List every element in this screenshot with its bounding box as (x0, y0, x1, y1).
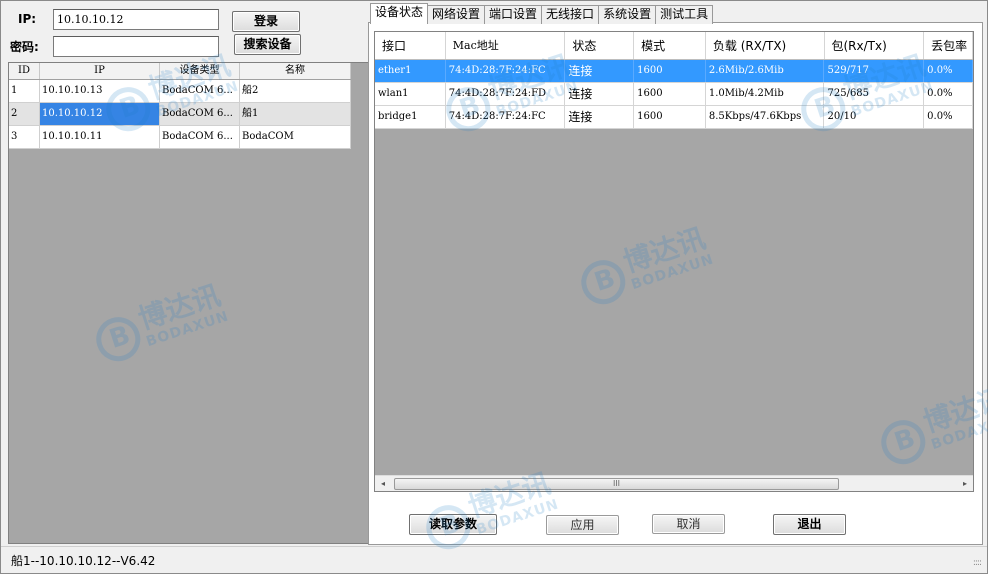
col-interface-header[interactable]: 接口 (375, 32, 446, 59)
iface-loss: 0.0% (924, 106, 973, 128)
login-button[interactable]: 登录 (232, 11, 300, 32)
col-loss-header[interactable]: 丢包率 (924, 32, 973, 59)
iface-mac: 74:4D:28:7F:24:FC (446, 60, 566, 82)
interface-table: 接口 Mac地址 状态 模式 负载 (RX/TX) 包(Rx/Tx) 丢包率 e… (374, 31, 974, 492)
tab-test-tools[interactable]: 测试工具 (655, 5, 714, 24)
device-table-header: ID IP 设备类型 名称 (9, 63, 351, 80)
col-mac-header[interactable]: Mac地址 (446, 32, 566, 59)
interface-row[interactable]: wlan1 74:4D:28:7F:24:FD 连接 1600 1.0Mib/4… (375, 83, 973, 106)
read-params-button[interactable]: 读取参数 (409, 514, 497, 535)
tab-bar: 设备状态 网络设置 端口设置 无线接口 系统设置 测试工具 (370, 3, 714, 24)
device-type: BodaCOM 6... (160, 80, 240, 102)
device-type: BodaCOM 6... (160, 126, 240, 148)
iface-name: bridge1 (375, 106, 446, 128)
tab-wireless-interface[interactable]: 无线接口 (541, 5, 600, 24)
device-id: 2 (9, 103, 40, 125)
interface-row-selected[interactable]: ether1 74:4D:28:7F:24:FC 连接 1600 2.6Mib/… (375, 60, 973, 83)
resize-grip-icon[interactable]: :::: (973, 558, 982, 568)
tab-system-settings[interactable]: 系统设置 (598, 5, 657, 24)
iface-loss: 0.0% (924, 60, 973, 82)
device-row[interactable]: 1 10.10.10.13 BodaCOM 6... 船2 (9, 80, 351, 103)
status-bar: 船1--10.10.10.12--V6.42 :::: (1, 546, 987, 572)
iface-status: 连接 (565, 83, 635, 105)
col-name-header[interactable]: 名称 (240, 63, 351, 79)
interface-row[interactable]: bridge1 74:4D:28:7F:24:FC 连接 1600 8.5Kbp… (375, 106, 973, 129)
ip-input[interactable]: 10.10.10.12 (53, 9, 219, 30)
tab-device-status[interactable]: 设备状态 (370, 3, 429, 24)
apply-button[interactable]: 应用 (546, 515, 619, 535)
interface-table-header: 接口 Mac地址 状态 模式 负载 (RX/TX) 包(Rx/Tx) 丢包率 (375, 32, 973, 60)
col-load-header[interactable]: 负载 (RX/TX) (706, 32, 825, 59)
scroll-left-icon[interactable]: ◂ (375, 476, 391, 492)
col-id-header[interactable]: ID (9, 63, 40, 79)
device-row[interactable]: 3 10.10.10.11 BodaCOM 6... BodaCOM (9, 126, 351, 149)
password-input[interactable] (53, 36, 219, 57)
device-ip: 10.10.10.11 (40, 126, 160, 148)
status-text: 船1--10.10.10.12--V6.42 (11, 554, 156, 568)
exit-button[interactable]: 退出 (773, 514, 846, 535)
col-ip-header[interactable]: IP (40, 63, 160, 79)
col-type-header[interactable]: 设备类型 (160, 63, 240, 79)
iface-packets: 20/10 (824, 106, 925, 128)
tab-network-settings[interactable]: 网络设置 (427, 5, 486, 24)
iface-status: 连接 (565, 106, 635, 128)
horizontal-scrollbar[interactable]: ◂ III ▸ (375, 475, 973, 491)
col-packets-header[interactable]: 包(Rx/Tx) (825, 32, 925, 59)
scroll-right-icon[interactable]: ▸ (957, 476, 973, 492)
iface-name: wlan1 (375, 83, 446, 105)
iface-status: 连接 (565, 60, 635, 82)
device-table: ID IP 设备类型 名称 1 10.10.10.13 BodaCOM 6...… (9, 63, 351, 149)
iface-loss: 0.0% (924, 83, 973, 105)
device-ip: 10.10.10.12 (40, 103, 160, 125)
iface-load: 2.6Mib/2.6Mib (706, 60, 825, 82)
iface-packets: 529/717 (824, 60, 925, 82)
col-status-header[interactable]: 状态 (565, 32, 635, 59)
iface-load: 8.5Kbps/47.6Kbps (706, 106, 825, 128)
iface-mode: 1600 (634, 106, 706, 128)
iface-mac: 74:4D:28:7F:24:FC (446, 106, 566, 128)
col-mode-header[interactable]: 模式 (634, 32, 706, 59)
iface-mode: 1600 (634, 60, 706, 82)
device-name: BodaCOM (240, 126, 351, 148)
iface-mode: 1600 (634, 83, 706, 105)
tab-port-settings[interactable]: 端口设置 (484, 5, 543, 24)
device-id: 1 (9, 80, 40, 102)
device-row-selected[interactable]: 2 10.10.10.12 BodaCOM 6... 船1 (9, 103, 351, 126)
cancel-button[interactable]: 取消 (652, 514, 725, 534)
device-type: BodaCOM 6... (160, 103, 240, 125)
iface-packets: 725/685 (824, 83, 925, 105)
iface-name: ether1 (375, 60, 446, 82)
scrollbar-thumb[interactable]: III (394, 478, 839, 490)
iface-mac: 74:4D:28:7F:24:FD (446, 83, 566, 105)
search-devices-button[interactable]: 搜索设备 (234, 34, 301, 55)
iface-load: 1.0Mib/4.2Mib (706, 83, 825, 105)
ip-label: IP: (18, 12, 37, 26)
device-ip: 10.10.10.13 (40, 80, 160, 102)
device-name: 船2 (240, 80, 351, 102)
device-name: 船1 (240, 103, 351, 125)
device-id: 3 (9, 126, 40, 148)
password-label: 密码: (10, 40, 39, 54)
